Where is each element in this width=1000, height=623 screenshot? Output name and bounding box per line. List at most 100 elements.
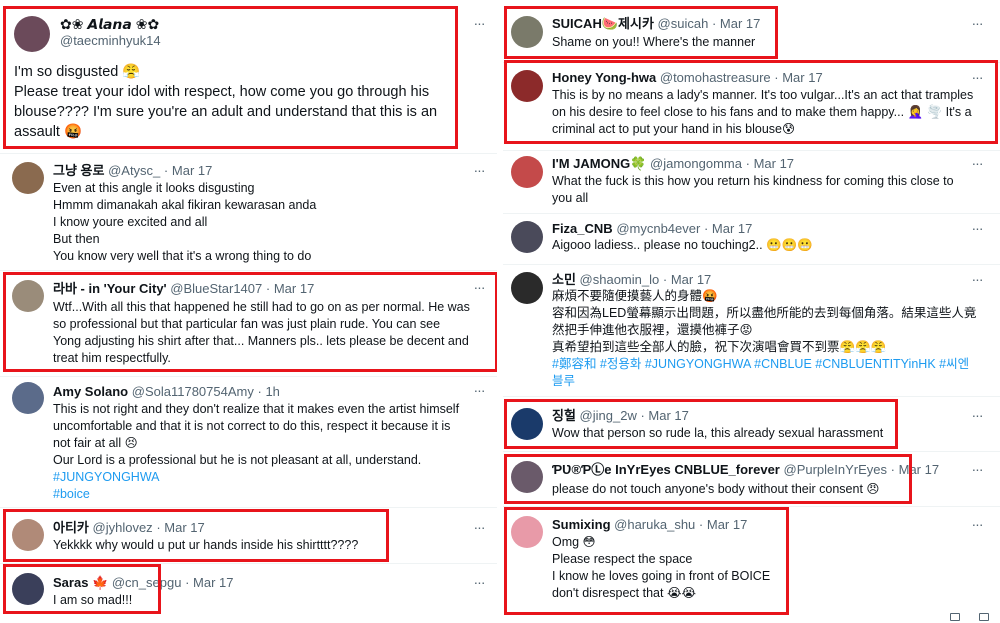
- reply-tweet[interactable]: 라바 - in 'Your City' @BlueStar1407 · Mar …: [0, 272, 497, 374]
- more-icon[interactable]: ···: [471, 575, 487, 589]
- hashtag-link[interactable]: #鄭容和 #정용화 #JUNGYONGHWA #CNBLUE #CNBLUENT…: [552, 356, 996, 373]
- avatar[interactable]: [12, 382, 44, 414]
- user-handle[interactable]: @cn_sepgu: [112, 575, 182, 590]
- avatar[interactable]: [12, 573, 44, 605]
- display-name[interactable]: SUICAH🍉제시카: [552, 16, 654, 31]
- tweet-text: Shame on you!! Where's the manner: [552, 35, 756, 49]
- display-name[interactable]: Fiza_CNB: [552, 221, 613, 236]
- user-handle[interactable]: @Atysc_: [108, 163, 160, 178]
- share-icon[interactable]: [950, 613, 960, 621]
- timestamp[interactable]: Mar 17: [712, 221, 752, 236]
- avatar[interactable]: [511, 516, 543, 548]
- user-handle[interactable]: @suicah: [658, 16, 709, 31]
- hashtag-link[interactable]: 블루: [552, 373, 996, 390]
- avatar[interactable]: [511, 408, 543, 440]
- timestamp[interactable]: 1h: [265, 384, 279, 399]
- tweet-text: This is not right and they don't realize…: [53, 401, 487, 503]
- avatar[interactable]: [12, 519, 44, 551]
- more-icon[interactable]: ···: [969, 272, 985, 286]
- more-icon[interactable]: ···: [471, 163, 487, 177]
- more-icon[interactable]: ···: [969, 16, 985, 30]
- more-icon[interactable]: ···: [969, 462, 985, 476]
- avatar[interactable]: [511, 272, 543, 304]
- reply-tweet[interactable]: 아티카 @jyhlovez · Mar 17 ··· Yekkkk why wo…: [0, 509, 497, 561]
- hashtag-link[interactable]: #JUNGYONGHWA: [53, 469, 487, 486]
- bookmark-icon[interactable]: [979, 613, 989, 621]
- user-handle[interactable]: @jyhlovez: [93, 520, 153, 535]
- display-name[interactable]: 라바 - in 'Your City': [53, 281, 167, 296]
- reply-tweet[interactable]: 징헐 @jing_2w · Mar 17 ··· Wow that person…: [503, 398, 1000, 450]
- display-name[interactable]: 소민: [552, 272, 576, 287]
- user-handle[interactable]: @jing_2w: [580, 408, 637, 423]
- more-icon[interactable]: ···: [471, 280, 487, 294]
- timestamp[interactable]: Mar 17: [754, 156, 794, 171]
- avatar[interactable]: [14, 16, 50, 52]
- reply-tweet[interactable]: Fiza_CNB @mycnb4ever · Mar 17 ··· Aigooo…: [503, 215, 1000, 263]
- display-name[interactable]: ƤƲ®ƤⓁe InYrEyes CNBLUE_forever: [552, 462, 780, 477]
- display-name[interactable]: 아티카: [53, 520, 89, 535]
- display-name[interactable]: Amy Solano: [53, 384, 128, 399]
- display-name[interactable]: 징헐: [552, 408, 576, 423]
- more-icon[interactable]: ···: [471, 520, 487, 534]
- reply-tweet[interactable]: Saras 🍁 @cn_sepgu · Mar 17 ··· I am so m…: [0, 565, 497, 623]
- time-separator: ·: [163, 163, 169, 178]
- hashtag-link[interactable]: #boice: [53, 486, 487, 503]
- user-handle[interactable]: @Sola11780754Amy: [132, 384, 254, 399]
- divider: [0, 153, 497, 154]
- reply-tweet[interactable]: ƤƲ®ƤⓁe InYrEyes CNBLUE_forever @PurpleIn…: [503, 453, 1000, 505]
- reply-tweet[interactable]: Honey Yong-hwa @tomohastreasure · Mar 17…: [503, 64, 1000, 148]
- more-icon[interactable]: ···: [969, 221, 985, 235]
- reply-tweet[interactable]: SUICAH🍉제시카 @suicah · Mar 17 ··· Shame on…: [503, 0, 1000, 60]
- more-icon[interactable]: ···: [471, 16, 487, 30]
- time-separator: ·: [711, 16, 717, 31]
- reply-tweet[interactable]: ✿❀ 𝘼𝙡𝙖𝙣𝙖 ❀✿ @taecminhyuk14 ··· I'm so di…: [0, 0, 497, 150]
- more-icon[interactable]: ···: [471, 383, 487, 397]
- user-handle[interactable]: @jamongomma: [650, 156, 742, 171]
- time-separator: ·: [185, 575, 190, 590]
- user-handle[interactable]: @shaomin_lo: [580, 272, 660, 287]
- avatar[interactable]: [12, 162, 44, 194]
- timestamp[interactable]: Mar 17: [648, 408, 688, 423]
- more-icon[interactable]: ···: [969, 156, 985, 170]
- display-name[interactable]: Honey Yong-hwa: [552, 70, 656, 85]
- user-handle[interactable]: @tomohastreasure: [660, 70, 771, 85]
- display-name[interactable]: Saras: [53, 575, 88, 590]
- tweet-text: What the fuck is this how you return his…: [552, 174, 954, 205]
- reply-tweet[interactable]: Sumixing @haruka_shu · Mar 17 ··· Omg 😳 …: [503, 508, 1000, 623]
- display-name[interactable]: 그냥 용로: [53, 163, 104, 178]
- reply-tweet[interactable]: I'M JAMONG🍀 @jamongomma · Mar 17 ··· Wha…: [503, 152, 1000, 212]
- time-separator: ·: [640, 408, 645, 423]
- timestamp[interactable]: Mar 17: [720, 16, 760, 31]
- avatar[interactable]: [511, 221, 543, 253]
- avatar[interactable]: [511, 70, 543, 102]
- display-name[interactable]: I'M JAMONG🍀: [552, 156, 646, 171]
- timestamp[interactable]: Mar 17: [164, 520, 204, 535]
- reply-tweet[interactable]: 그냥 용로 @Atysc_ · Mar 17 ··· Even at this …: [0, 156, 497, 268]
- display-name[interactable]: ✿❀ 𝘼𝙡𝙖𝙣𝙖 ❀✿: [60, 16, 159, 32]
- more-icon[interactable]: ···: [969, 517, 985, 531]
- timestamp[interactable]: Mar 17: [899, 462, 939, 477]
- reply-tweet[interactable]: 소민 @shaomin_lo · Mar 17 ··· 麻煩不要隨便摸藝人的身體…: [503, 266, 1000, 394]
- user-handle[interactable]: @BlueStar1407: [170, 281, 262, 296]
- display-name[interactable]: Sumixing: [552, 517, 611, 532]
- user-handle[interactable]: @PurpleInYrEyes: [784, 462, 888, 477]
- timestamp[interactable]: Mar 17: [782, 70, 822, 85]
- tweet-text: I'm so disgusted 😤 Please treat your ido…: [14, 64, 438, 140]
- timestamp[interactable]: Mar 17: [172, 163, 212, 178]
- user-handle[interactable]: @taecminhyuk14: [60, 33, 161, 48]
- timestamp[interactable]: Mar 17: [707, 517, 747, 532]
- user-handle[interactable]: @mycnb4ever: [616, 221, 700, 236]
- more-icon[interactable]: ···: [969, 408, 985, 422]
- timestamp[interactable]: Mar 17: [193, 575, 233, 590]
- time-separator: ·: [265, 281, 271, 296]
- avatar[interactable]: [511, 156, 543, 188]
- user-handle[interactable]: @haruka_shu: [614, 517, 695, 532]
- timestamp[interactable]: Mar 17: [274, 281, 314, 296]
- timestamp[interactable]: Mar 17: [671, 272, 711, 287]
- avatar[interactable]: [12, 280, 44, 312]
- more-icon[interactable]: ···: [969, 70, 985, 84]
- avatar[interactable]: [511, 461, 543, 493]
- avatar[interactable]: [511, 16, 543, 48]
- tweet-text: please do not touch anyone's body withou…: [552, 482, 880, 496]
- reply-tweet[interactable]: Amy Solano @Sola11780754Amy · 1h ··· Thi…: [0, 378, 497, 506]
